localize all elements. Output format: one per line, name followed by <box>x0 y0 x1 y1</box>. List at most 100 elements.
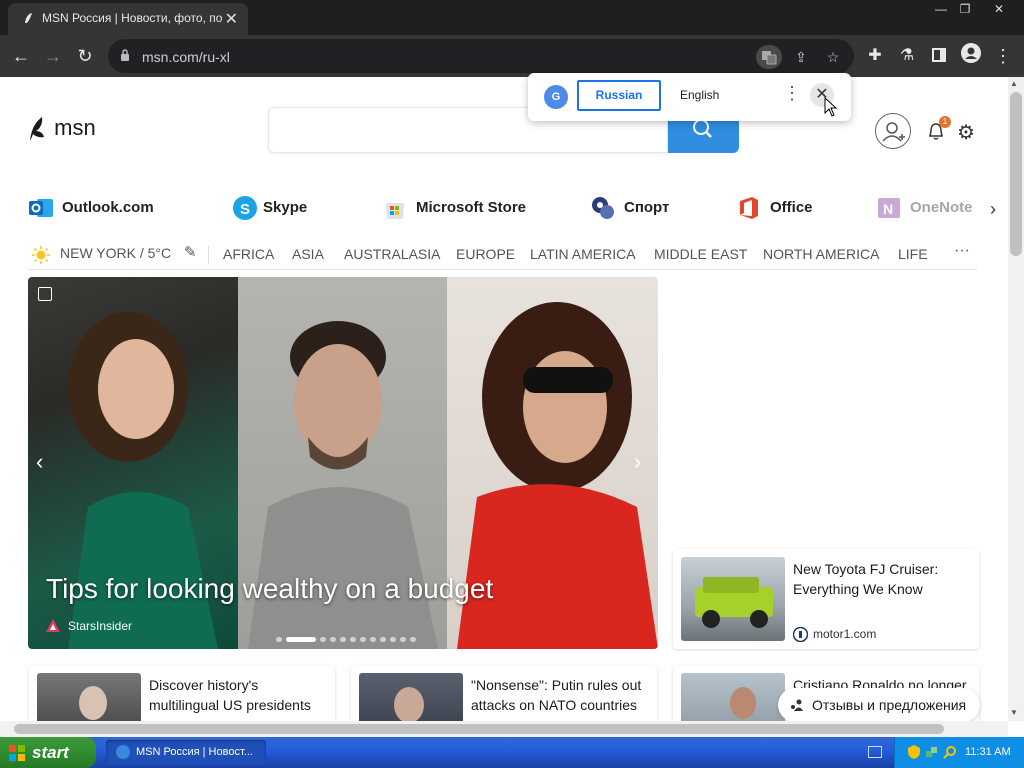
edit-pencil-icon[interactable]: ✎ <box>184 243 197 261</box>
carousel-dot[interactable] <box>400 637 406 642</box>
carousel-dot[interactable] <box>390 637 396 642</box>
sidepanel-icon[interactable] <box>926 43 952 69</box>
quick-link-label: OneNote <box>910 199 973 216</box>
flask-icon[interactable]: ⚗ <box>894 43 920 69</box>
news-card[interactable]: Discover history's multilingual US presi… <box>29 665 335 721</box>
news-card[interactable]: New Toyota FJ Cruiser: Everything We Kno… <box>673 549 979 649</box>
puzzle-icon[interactable]: ✚ <box>862 43 888 69</box>
feedback-button[interactable]: Отзывы и предложения <box>778 688 980 721</box>
scroll-up-icon[interactable]: ▲ <box>1010 79 1018 88</box>
carousel-prev-icon[interactable]: ‹ <box>36 449 43 475</box>
lock-icon <box>121 49 129 61</box>
region-asia[interactable]: ASIA <box>292 246 324 262</box>
search-tray-icon[interactable] <box>943 745 957 759</box>
weather-location[interactable]: NEW YORK / 5°C <box>60 245 171 261</box>
vertical-scroll-thumb[interactable] <box>1010 92 1022 256</box>
star-icon[interactable]: ☆ <box>820 45 846 69</box>
msn-favicon-icon <box>25 13 32 23</box>
region-middle-east[interactable]: MIDDLE EAST <box>654 246 747 262</box>
carousel-dot[interactable] <box>286 637 316 642</box>
horizontal-scroll-thumb[interactable] <box>14 724 944 734</box>
taskbar-window-label: MSN Россия | Новост... <box>136 746 253 758</box>
sign-in-avatar[interactable] <box>875 113 911 149</box>
settings-gear-icon[interactable]: ⚙ <box>957 120 975 145</box>
starsinsider-icon <box>46 619 60 632</box>
tab-title: MSN Россия | Новости, фото, пого <box>42 11 222 25</box>
scroll-down-icon[interactable]: ▼ <box>1010 708 1018 717</box>
forward-button[interactable]: → <box>40 43 66 69</box>
feedback-label: Отзывы и предложения <box>812 697 967 713</box>
carousel-dot[interactable] <box>350 637 356 642</box>
feedback-icon <box>791 699 803 711</box>
back-button[interactable]: ← <box>8 43 34 69</box>
menu-icon[interactable]: ⋮ <box>990 43 1016 69</box>
quick-link-outlook[interactable]: Outlook.com <box>28 195 178 223</box>
keyboard-icon[interactable] <box>868 746 882 758</box>
profile-icon[interactable] <box>958 43 984 69</box>
office-icon <box>740 197 758 219</box>
skype-icon: S <box>233 196 257 220</box>
card-title: "Nonsense": Putin rules out attacks on N… <box>471 677 642 713</box>
news-card[interactable]: "Nonsense": Putin rules out attacks on N… <box>351 665 657 721</box>
quick-links-next-icon[interactable]: › <box>990 199 996 220</box>
carousel-indicators[interactable] <box>276 637 436 643</box>
reload-button[interactable]: ↻ <box>72 43 98 69</box>
carousel-dot[interactable] <box>320 637 326 642</box>
restore-button[interactable]: ❐ <box>952 1 978 17</box>
carousel-dot[interactable] <box>360 637 366 642</box>
region-life[interactable]: LIFE <box>898 246 928 262</box>
source-language-button[interactable]: Russian <box>577 80 661 111</box>
quick-link-skype[interactable]: S Skype <box>232 195 332 223</box>
windows-flag-icon <box>9 745 25 761</box>
hero-source: StarsInsider <box>68 619 133 633</box>
region-latin-america[interactable]: LATIN AMERICA <box>530 246 636 262</box>
browser-tab[interactable]: MSN Россия | Новости, фото, пого ✕ <box>8 3 248 35</box>
region-australasia[interactable]: AUSTRALASIA <box>344 246 440 262</box>
carousel-dot[interactable] <box>330 637 336 642</box>
quick-link-store[interactable]: Microsoft Store <box>382 195 542 223</box>
region-europe[interactable]: EUROPE <box>456 246 515 262</box>
card-thumbnail <box>681 557 785 641</box>
more-regions-button[interactable]: ··· <box>954 242 970 260</box>
carousel-dot[interactable] <box>380 637 386 642</box>
carousel-dot[interactable] <box>410 637 416 642</box>
share-icon[interactable]: ⇪ <box>788 45 814 69</box>
svg-text:S: S <box>240 201 250 218</box>
quick-link-onenote[interactable]: N OneNote <box>876 195 996 223</box>
system-tray: 11:31 AM <box>894 737 1024 768</box>
more-options-icon[interactable]: ⋮ <box>783 83 801 104</box>
hero-carousel[interactable]: ‹ › Tips for looking wealthy on a budget… <box>28 277 658 649</box>
tab-close-icon[interactable]: ✕ <box>225 9 238 29</box>
quick-link-sport[interactable]: Спорт <box>590 195 690 223</box>
quick-link-label: Office <box>770 199 813 216</box>
minimize-button[interactable]: — <box>928 1 954 17</box>
carousel-dot[interactable] <box>340 637 346 642</box>
quick-link-label: Спорт <box>624 199 670 216</box>
url-text: msn.com/ru-xl <box>142 49 230 65</box>
window-close-button[interactable]: ✕ <box>986 1 1012 17</box>
carousel-dot[interactable] <box>276 637 282 642</box>
start-button[interactable]: start <box>0 737 96 768</box>
card-thumbnail <box>359 673 463 721</box>
carousel-next-icon[interactable]: › <box>634 449 641 475</box>
shield-icon[interactable] <box>907 745 921 759</box>
msn-logo[interactable]: msn <box>28 115 96 143</box>
region-north-america[interactable]: NORTH AMERICA <box>763 246 879 262</box>
gallery-icon <box>38 287 52 301</box>
add-user-icon <box>882 122 905 142</box>
quick-link-label: Outlook.com <box>62 199 154 216</box>
region-africa[interactable]: AFRICA <box>223 246 274 262</box>
network-icon[interactable] <box>925 745 939 759</box>
taskbar-window-item[interactable]: MSN Россия | Новост... <box>106 740 266 765</box>
ad-slot <box>672 277 978 545</box>
outlook-icon <box>29 199 53 217</box>
svg-text:N: N <box>883 201 893 217</box>
carousel-dot[interactable] <box>370 637 376 642</box>
target-language-button[interactable]: English <box>680 88 719 102</box>
hero-title[interactable]: Tips for looking wealthy on a budget <box>46 573 493 605</box>
quick-link-office[interactable]: Office <box>736 195 826 223</box>
chrome-icon <box>116 745 130 759</box>
address-bar[interactable]: msn.com/ru-xl ⇪ ☆ <box>108 39 854 73</box>
card-source: motor1.com <box>813 627 877 641</box>
translate-icon[interactable] <box>756 45 782 69</box>
